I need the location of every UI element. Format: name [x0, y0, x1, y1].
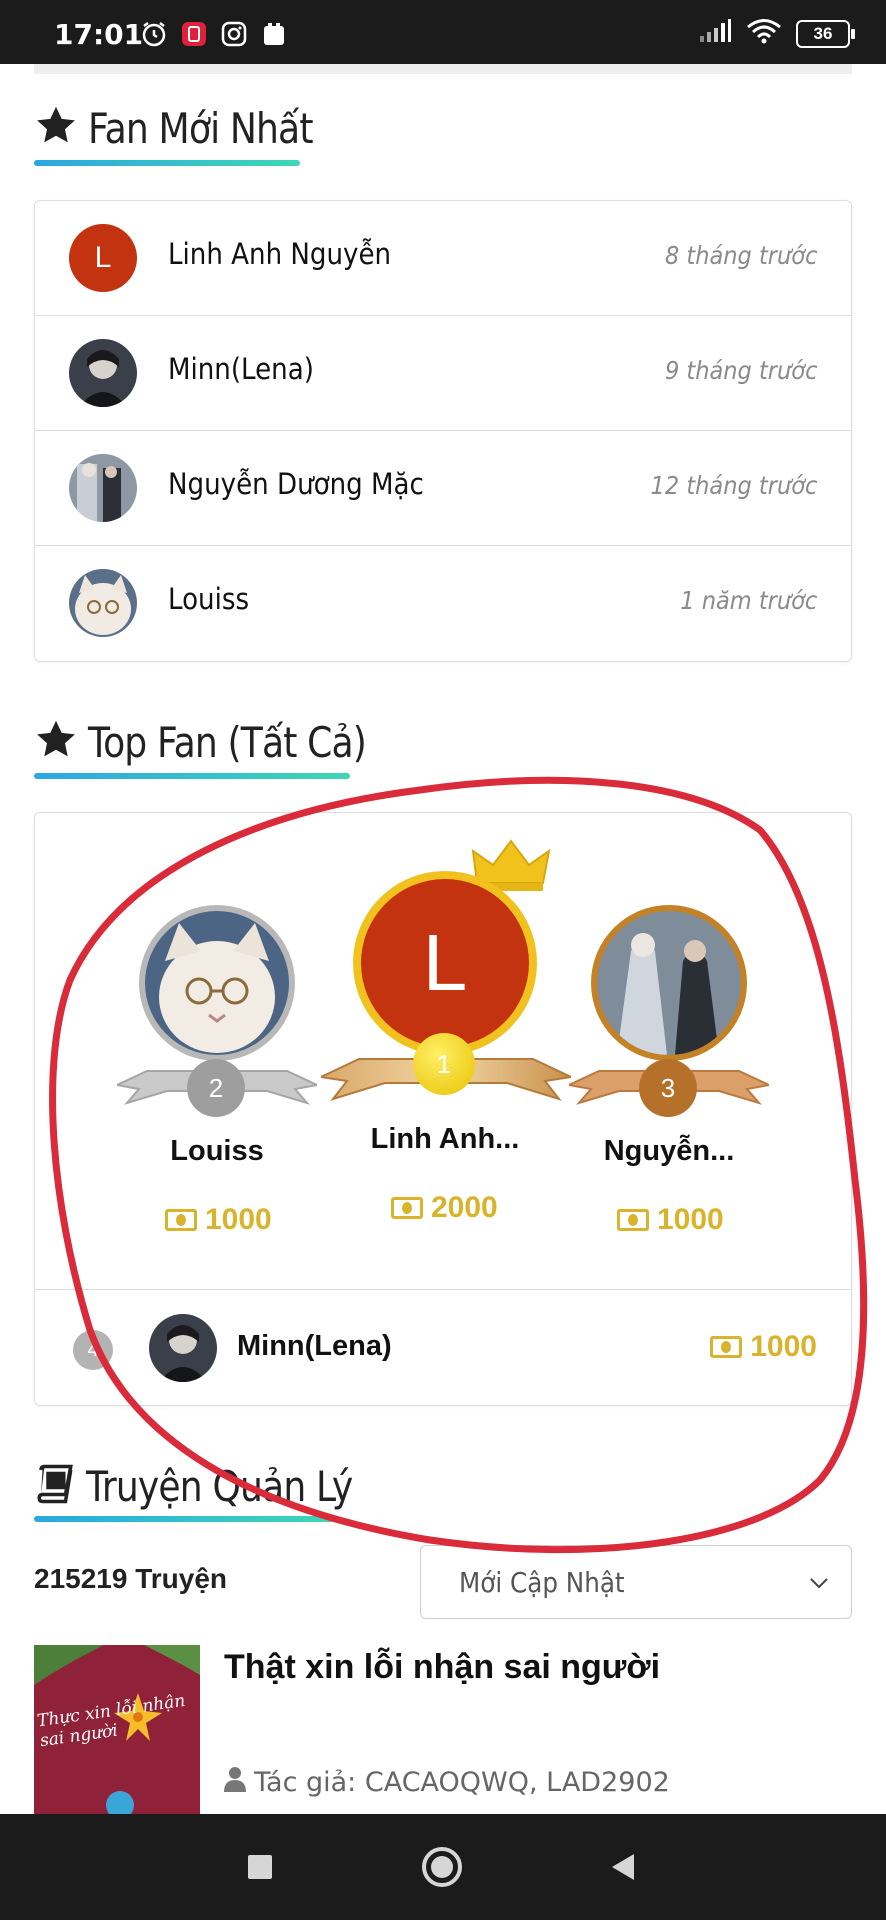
back-button[interactable] — [608, 1852, 638, 1887]
fan-row[interactable]: L Linh Anh Nguyễn 8 tháng trước — [35, 201, 851, 316]
top-fans-heading: Top Fan (Tất Cả) — [34, 718, 411, 767]
story-author-text: Tác giả: CACAOQWQ, LAD2902 — [254, 1767, 670, 1798]
ranking-name: Minn(Lena) — [237, 1330, 392, 1362]
story-title[interactable]: Thật xin lỗi nhận sai người — [224, 1648, 660, 1687]
heading-underline — [34, 1516, 336, 1522]
rank-badge: 2 — [187, 1059, 245, 1117]
avatar — [69, 454, 137, 522]
sort-select[interactable]: Mới Cập Nhật — [420, 1545, 852, 1619]
coin-amount: 1000 — [710, 1330, 817, 1364]
fan-time: 8 tháng trước — [664, 241, 817, 270]
latest-fans-title: Fan Mới Nhất — [88, 104, 314, 153]
coin-amount: 2000 — [391, 1191, 498, 1225]
avatar — [149, 1314, 217, 1382]
podium-name[interactable]: Louiss — [107, 1135, 327, 1168]
instagram-icon — [220, 20, 248, 48]
rank-3-avatar[interactable] — [591, 905, 747, 1061]
rank-1-avatar[interactable]: L — [353, 871, 537, 1055]
coin-icon — [710, 1336, 743, 1358]
coin-icon — [391, 1197, 423, 1219]
top-fans-card: 2 Louiss 1000 L 1 Linh Anh... 2000 3 Ngu… — [34, 812, 852, 1406]
wifi-icon — [746, 18, 782, 49]
fan-time: 9 tháng trước — [664, 356, 817, 385]
previous-section-edge — [34, 64, 852, 74]
signal-icon — [698, 19, 732, 48]
coin-amount: 1000 — [165, 1203, 272, 1237]
recent-apps-button[interactable] — [247, 1854, 273, 1885]
podium-name[interactable]: Nguyễn... — [559, 1135, 779, 1168]
fan-name: Nguyễn Dương Mặc — [168, 467, 424, 501]
star-icon — [34, 104, 78, 153]
system-nav-bar — [0, 1814, 886, 1920]
latest-fans-heading: Fan Mới Nhất — [34, 104, 349, 153]
star-icon — [34, 718, 78, 767]
user-icon — [224, 1766, 246, 1799]
book-icon — [34, 1463, 76, 1510]
podium-name[interactable]: Linh Anh... — [335, 1123, 555, 1156]
managed-stories-title: Truyện Quản Lý — [86, 1462, 353, 1511]
heading-underline — [34, 160, 300, 166]
fan-row[interactable]: Minn(Lena) 9 tháng trước — [35, 316, 851, 431]
managed-stories-heading: Truyện Quản Lý — [34, 1462, 396, 1511]
chevron-down-icon — [807, 1570, 831, 1599]
coin-value: 2000 — [431, 1191, 498, 1224]
avatar: L — [69, 224, 137, 292]
heading-underline — [34, 773, 350, 779]
ranking-row[interactable]: 4 Minn(Lena) 1000 — [35, 1290, 851, 1404]
coin-value: 1000 — [205, 1203, 272, 1236]
story-count: 215219 Truyện — [34, 1563, 228, 1594]
fan-name: Minn(Lena) — [168, 352, 314, 386]
top-fans-title: Top Fan (Tất Cả) — [88, 718, 367, 767]
rank-badge: 1 — [413, 1033, 475, 1095]
fan-time: 12 tháng trước — [650, 471, 817, 500]
alarm-icon — [140, 20, 168, 48]
rank-badge: 4 — [73, 1330, 113, 1370]
sort-selected: Mới Cập Nhật — [459, 1566, 625, 1599]
coin-icon — [165, 1209, 197, 1231]
fan-name: Louiss — [168, 582, 250, 616]
status-time: 17:01 — [54, 18, 144, 51]
fan-row[interactable]: Louiss 1 năm trước — [35, 546, 851, 660]
coin-amount: 1000 — [617, 1203, 724, 1237]
fan-name: Linh Anh Nguyễn — [168, 237, 392, 271]
rank-2-avatar[interactable] — [139, 905, 295, 1061]
fan-time: 1 năm trước — [679, 586, 817, 615]
clipboard-icon — [260, 20, 288, 48]
fan-row[interactable]: Nguyễn Dương Mặc 12 tháng trước — [35, 431, 851, 546]
status-bar: 17:01 36 — [0, 0, 886, 64]
coin-value: 1000 — [750, 1330, 817, 1363]
avatar-letter: L — [361, 879, 529, 1047]
rank-badge: 3 — [639, 1059, 697, 1117]
home-button[interactable] — [420, 1845, 464, 1894]
coin-value: 1000 — [657, 1203, 724, 1236]
avatar — [69, 339, 137, 407]
story-author: Tác giả: CACAOQWQ, LAD2902 — [224, 1766, 670, 1799]
battery-icon: 36 — [796, 19, 855, 48]
story-cover[interactable]: Thực xin lỗi nhận sai người — [34, 1645, 200, 1814]
latest-fans-list: L Linh Anh Nguyễn 8 tháng trước Minn(Len… — [34, 200, 852, 662]
coin-icon — [617, 1209, 649, 1231]
app-notification-icon — [180, 20, 208, 48]
avatar — [69, 569, 137, 637]
